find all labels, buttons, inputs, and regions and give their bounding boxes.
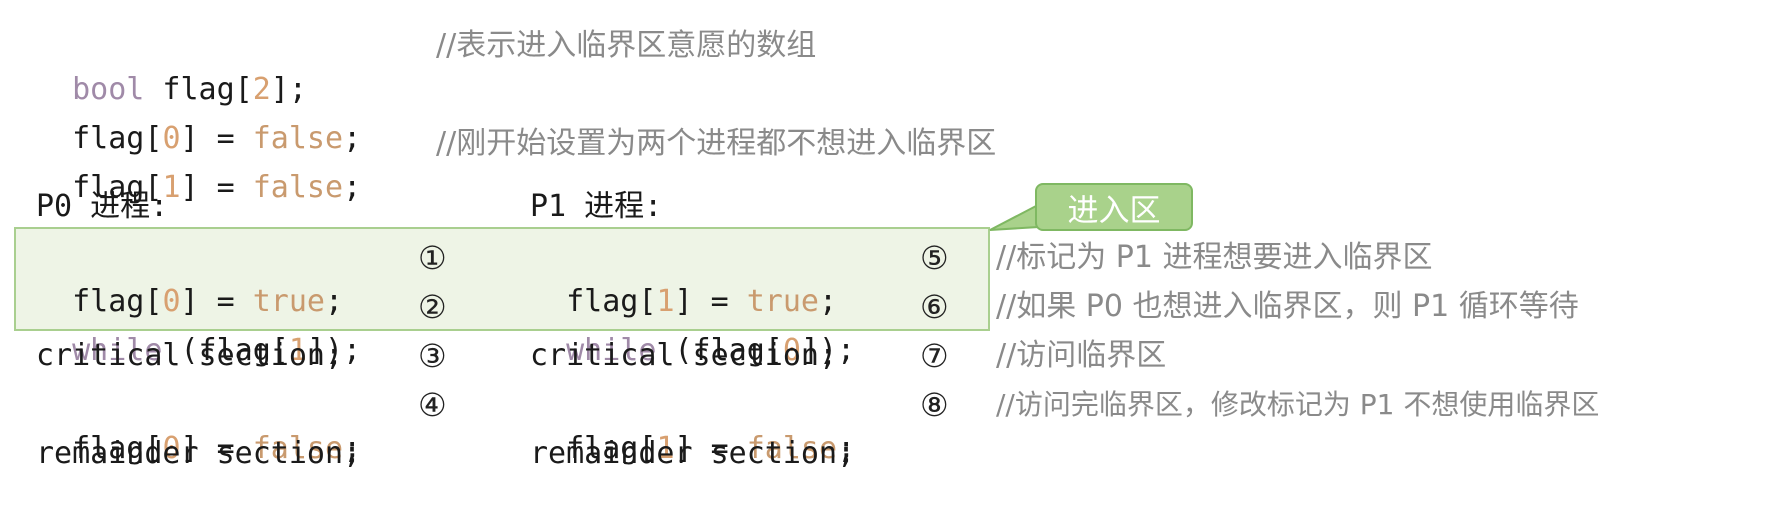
step-marker-6: ⑥ [920,288,949,326]
comment-row-1: //标记为 P1 进程想要进入临界区 [996,240,1433,275]
p0-row-2: while (flag[1]); [36,285,361,368]
p0-row-3: critical section; [36,338,344,373]
decl-line-3: flag[1] = false; [36,122,361,205]
p0-row-5: remainder section; [36,436,362,471]
p0-row-1: flag[0] = true; [36,236,343,319]
step-marker-2: ② [418,288,447,326]
p1-row-4: flag[1] = false; [530,383,855,466]
p0-header: P0 进程: [36,189,169,224]
decl-line-2: flag[0] = false; [36,73,361,156]
p1-row-2: while (flag[0]); [530,285,855,368]
literal-false: false [252,170,344,205]
comment-row-4: //访问完临界区，修改标记为 P1 不想使用临界区 [996,388,1600,421]
entry-section-callout: 进入区 [1035,183,1193,231]
p1-header: P1 进程: [530,189,663,224]
p0-row-4: flag[0] = false; [36,383,361,466]
code-text: ; [343,170,362,205]
decl-comment-3: //刚开始设置为两个进程都不想进入临界区 [436,126,997,161]
step-marker-4: ④ [418,386,447,424]
comment-row-3: //访问临界区 [996,338,1167,373]
code-text: ] = [180,170,253,205]
decl-line-1: bool flag[2]; [36,24,307,107]
step-marker-8: ⑧ [920,386,949,424]
step-marker-5: ⑤ [920,239,949,277]
p1-row-5: remainder section; [530,436,856,471]
comment-row-2: //如果 P0 也想进入临界区，则 P1 循环等待 [996,289,1579,324]
step-marker-1: ① [418,239,447,277]
decl-comment-1: //表示进入临界区意愿的数组 [436,28,817,63]
p1-row-1: flag[1] = true; [530,236,837,319]
step-marker-7: ⑦ [920,337,949,375]
p1-row-3: critical section; [530,338,838,373]
step-marker-3: ③ [418,337,447,375]
